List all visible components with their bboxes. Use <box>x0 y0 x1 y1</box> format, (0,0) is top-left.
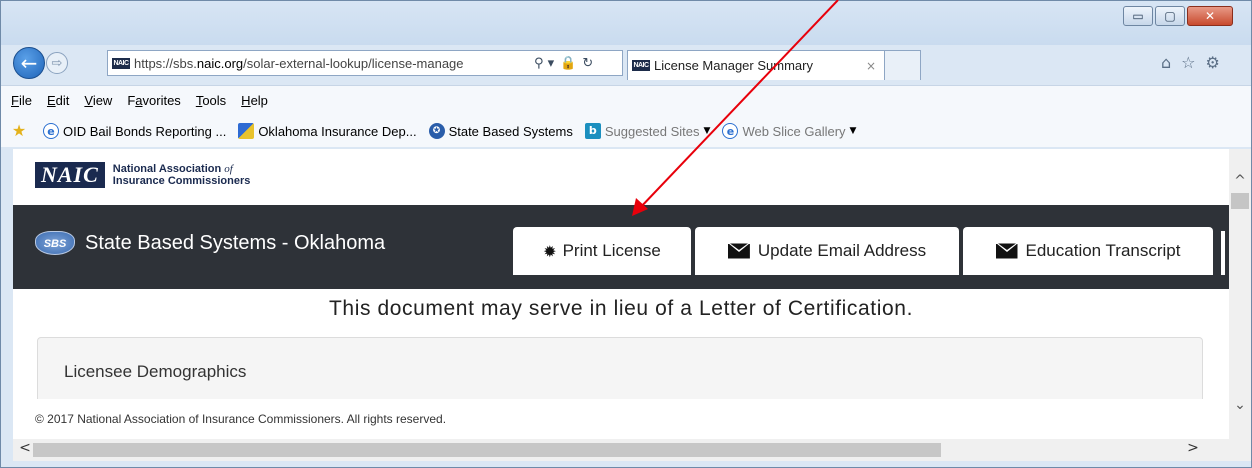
naic-full-name: National Association of Insurance Commis… <box>112 163 251 187</box>
sbs-icon: ✪ <box>428 123 445 139</box>
address-bar[interactable]: NAIC https://sbs.naic.org/solar-external… <box>107 50 623 76</box>
envelope-icon <box>995 243 1018 259</box>
scrollbar-corner <box>1229 439 1251 461</box>
update-email-button[interactable]: Update Email Address <box>695 227 959 275</box>
home-icon[interactable]: ⌂ <box>1161 53 1171 72</box>
fav-suggested-sites[interactable]: b Suggested Sites ▼ <box>584 123 711 139</box>
forward-button[interactable]: ⇨ <box>46 52 68 74</box>
tab-label: License Manager Summary <box>654 58 813 73</box>
lock-icon[interactable]: 🔒 <box>560 56 576 71</box>
favorites-bar: ★ e OID Bail Bonds Reporting ... Oklahoma… <box>1 115 1251 147</box>
close-window-button[interactable]: ✕ <box>1187 6 1233 26</box>
back-button[interactable]: ← <box>13 47 45 79</box>
brand-title: State Based Systems - Oklahoma <box>85 231 386 254</box>
vertical-scroll-thumb[interactable] <box>1231 193 1249 209</box>
tab-close-icon[interactable]: × <box>866 59 876 73</box>
back-arrow-icon: ← <box>20 51 38 75</box>
title-bar: ▭ ▢ ✕ <box>1 1 1251 45</box>
ie-icon: e <box>43 123 59 139</box>
page-viewport: NAIC National Association of Insurance C… <box>13 149 1229 439</box>
vertical-scrollbar[interactable]: ^ ⌄ <box>1229 149 1251 439</box>
site-brand[interactable]: SBS State Based Systems - Oklahoma <box>35 231 385 255</box>
naic-logo[interactable]: NAIC <box>35 162 105 188</box>
fav-oklahoma-insurance[interactable]: Oklahoma Insurance Dep... <box>238 123 417 139</box>
favorites-star-icon[interactable]: ☆ <box>1181 53 1195 72</box>
menu-help[interactable]: Help <box>241 93 268 108</box>
sbs-logo: SBS <box>35 231 75 255</box>
search-dropdown-icon[interactable]: ⚲ ▾ <box>534 56 554 71</box>
menu-file[interactable]: File <box>11 93 32 108</box>
menu-favorites[interactable]: Favorites <box>127 93 180 108</box>
scroll-up-icon[interactable]: ^ <box>1229 173 1251 193</box>
page-footer: © 2017 National Association of Insurance… <box>13 399 1229 439</box>
tab-license-manager-summary[interactable]: NAIC License Manager Summary × <box>627 50 885 80</box>
browser-window: ▭ ▢ ✕ ← ⇨ NAIC https://sbs.naic.org/sola… <box>0 0 1252 468</box>
dropdown-arrow-icon: ▼ <box>703 126 711 136</box>
ie-icon: e <box>722 123 739 139</box>
url-text[interactable]: https://sbs.naic.org/solar-external-look… <box>134 56 530 71</box>
naic-header: NAIC National Association of Insurance C… <box>13 149 1229 201</box>
scroll-down-icon[interactable]: ⌄ <box>1229 397 1251 417</box>
bing-icon: b <box>584 123 601 139</box>
scroll-left-icon[interactable]: < <box>15 440 35 460</box>
certification-notice: This document may serve in lieu of a Let… <box>328 297 913 320</box>
minimize-button[interactable]: ▭ <box>1123 6 1153 26</box>
nav-overflow-button[interactable] <box>1221 231 1225 275</box>
menu-view[interactable]: View <box>84 93 112 108</box>
envelope-icon <box>727 243 750 259</box>
browser-toolbar-icons: ⌂ ☆ ⚙ <box>1161 53 1220 72</box>
oklahoma-insurance-icon <box>238 123 255 139</box>
fav-state-based-systems[interactable]: ✪ State Based Systems <box>428 123 573 139</box>
panel-title: Licensee Demographics <box>64 362 247 381</box>
fav-web-slice-gallery[interactable]: e Web Slice Gallery ▼ <box>722 123 856 139</box>
education-transcript-button[interactable]: Education Transcript <box>963 227 1213 275</box>
horizontal-scrollbar[interactable]: < > <box>13 439 1229 461</box>
horizontal-scroll-thumb[interactable] <box>33 443 941 457</box>
tab-favicon-icon: NAIC <box>632 60 650 71</box>
print-license-button[interactable]: ✹ Print License <box>513 227 691 275</box>
scroll-right-icon[interactable]: > <box>1183 440 1203 460</box>
fav-oid-bail-bonds[interactable]: e OID Bail Bonds Reporting ... <box>43 123 226 139</box>
new-tab-button[interactable] <box>885 50 921 80</box>
certificate-icon: ✹ <box>543 241 557 261</box>
refresh-icon[interactable]: ↻ <box>582 56 593 71</box>
forward-arrow-icon: ⇨ <box>51 55 63 71</box>
menu-bar: File Edit View Favorites Tools Help <box>1 85 1251 115</box>
dropdown-arrow-icon: ▼ <box>849 126 857 136</box>
menu-tools[interactable]: Tools <box>196 93 226 108</box>
add-favorite-button[interactable]: ★ <box>11 123 31 139</box>
settings-gear-icon[interactable]: ⚙ <box>1206 53 1220 72</box>
menu-edit[interactable]: Edit <box>47 93 69 108</box>
favorites-star-icon: ★ <box>11 121 27 140</box>
maximize-button[interactable]: ▢ <box>1155 6 1185 26</box>
site-favicon-icon: NAIC <box>112 57 130 69</box>
site-nav-bar: SBS State Based Systems - Oklahoma ✹ Pri… <box>13 205 1229 289</box>
